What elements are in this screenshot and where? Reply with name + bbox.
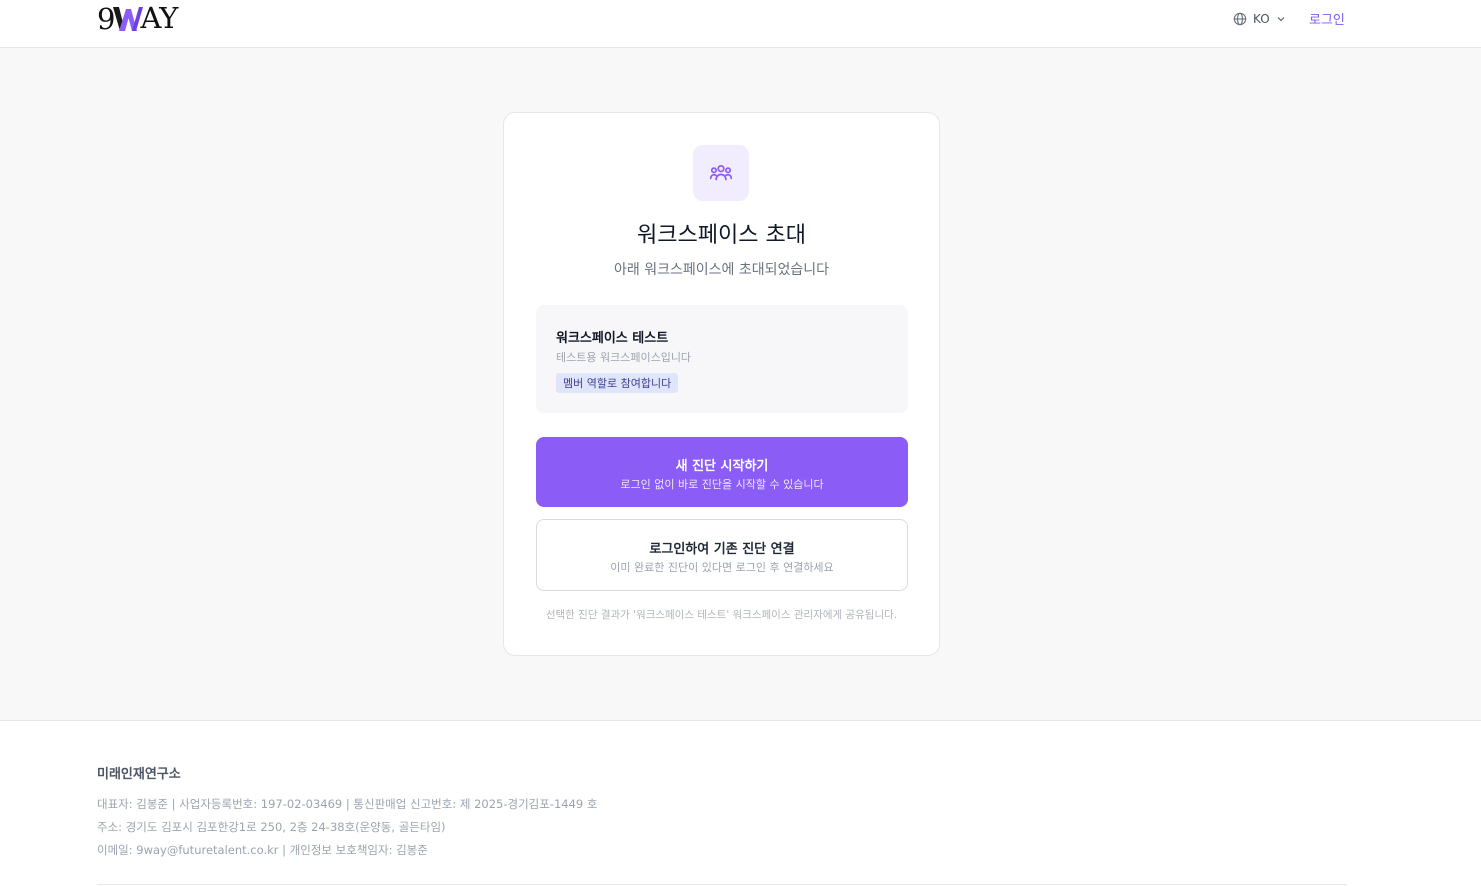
footer-contact: 이메일: 9way@futuretalent.co.kr | 개인정보 보호책임… bbox=[97, 843, 428, 857]
users-group-icon bbox=[709, 164, 733, 181]
globe-icon bbox=[1233, 12, 1247, 26]
login-link[interactable]: 로그인 bbox=[1309, 9, 1345, 28]
start-new-diagnosis-sublabel: 로그인 없이 바로 진단을 시작할 수 있습니다 bbox=[620, 478, 824, 491]
footer-divider bbox=[97, 884, 1347, 885]
page-title: 워크스페이스 초대 bbox=[637, 223, 806, 248]
login-connect-button[interactable]: 로그인하여 기존 진단 연결 이미 완료한 진단이 있다면 로그인 후 연결하세… bbox=[536, 519, 908, 591]
logo-w-mark bbox=[113, 7, 144, 31]
footer-address: 주소: 경기도 김포시 김포한강1로 250, 2층 24-38호(운양동, 골… bbox=[97, 820, 446, 834]
language-selector[interactable]: KO bbox=[1233, 10, 1286, 28]
logo-text-right: AY bbox=[140, 1, 178, 35]
login-connect-label: 로그인하여 기존 진단 연결 bbox=[649, 542, 795, 557]
workspace-info: 워크스페이스 테스트 테스트용 워크스페이스입니다 멤버 역할로 참여합니다 bbox=[536, 305, 908, 413]
chevron-down-icon bbox=[1277, 17, 1285, 22]
role-badge: 멤버 역할로 참여합니다 bbox=[556, 373, 679, 393]
footer-company: 미래인재연구소 bbox=[97, 767, 181, 782]
share-notice: 선택한 진단 결과가 '워크스페이스 테스트' 워크스페이스 관리자에게 공유됩… bbox=[545, 609, 898, 621]
header: 9 AY KO 로그인 bbox=[0, 0, 1481, 48]
logo[interactable]: 9 AY bbox=[97, 1, 178, 36]
language-label: KO bbox=[1253, 12, 1270, 26]
icon-container bbox=[693, 145, 749, 201]
workspace-description: 테스트용 워크스페이스입니다 bbox=[556, 351, 692, 364]
start-new-diagnosis-button[interactable]: 새 진단 시작하기 로그인 없이 바로 진단을 시작할 수 있습니다 bbox=[536, 437, 908, 507]
page-subtitle: 아래 워크스페이스에 초대되었습니다 bbox=[614, 262, 829, 278]
footer-business-info: 대표자: 김봉준 | 사업자등록번호: 197-02-03469 | 통신판매업… bbox=[97, 797, 598, 811]
workspace-name: 워크스페이스 테스트 bbox=[556, 331, 669, 346]
invite-card: 워크스페이스 초대 아래 워크스페이스에 초대되었습니다 워크스페이스 테스트 … bbox=[503, 112, 940, 656]
login-connect-sublabel: 이미 완료한 진단이 있다면 로그인 후 연결하세요 bbox=[610, 561, 834, 574]
logo-text-left: 9 bbox=[97, 2, 115, 36]
start-new-diagnosis-label: 새 진단 시작하기 bbox=[675, 459, 769, 474]
footer: 미래인재연구소 대표자: 김봉준 | 사업자등록번호: 197-02-03469… bbox=[0, 720, 1481, 886]
